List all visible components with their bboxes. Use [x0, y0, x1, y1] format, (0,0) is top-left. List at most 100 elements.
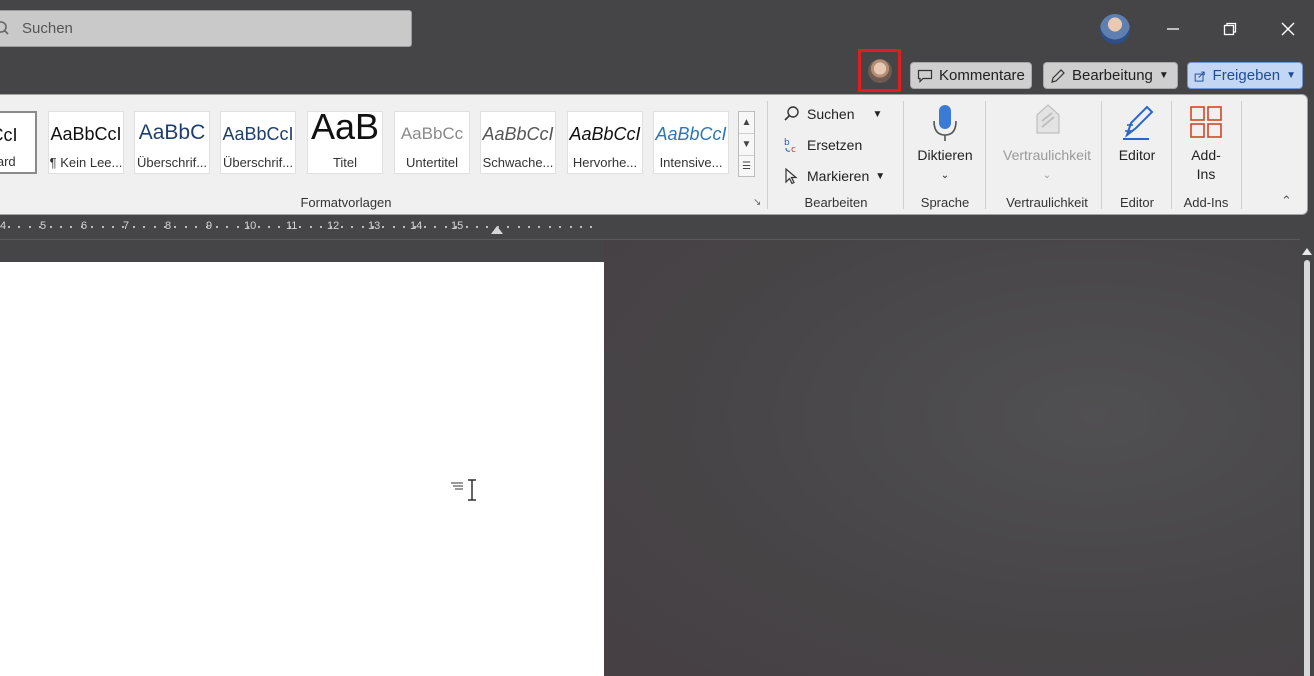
ruler-tick	[236, 226, 239, 228]
ruler-tick	[559, 226, 562, 228]
chevron-down-icon[interactable]: ▼	[875, 171, 885, 182]
document-background	[604, 240, 1304, 676]
ruler-tick	[548, 226, 551, 228]
ruler-tick	[174, 226, 177, 228]
group-label-editing: Bearbeiten	[804, 195, 868, 210]
separator	[767, 101, 768, 209]
collapse-ribbon-icon[interactable]: ⌃	[1281, 193, 1292, 209]
style-heading-1[interactable]: AaBbC Überschrif...	[134, 111, 210, 174]
style-name: Überschrif...	[136, 155, 208, 170]
style-name: Intensive...	[659, 155, 723, 170]
search-placeholder: Suchen	[22, 20, 73, 37]
styles-gallery-scroll[interactable]: ▲ ▼ ☰	[738, 111, 755, 177]
close-button[interactable]	[1273, 14, 1303, 44]
gallery-down-icon[interactable]: ▼	[739, 134, 754, 156]
collaboration-bar: Kommentare Bearbeitung ▼ Freigeben ▼	[0, 49, 1314, 94]
close-icon	[1281, 22, 1295, 36]
style-sample: AaBbCcI	[569, 124, 641, 144]
style-heading-2[interactable]: AaBbCcI Überschrif...	[220, 111, 296, 174]
ruler-tick	[195, 226, 198, 228]
gallery-more-icon[interactable]: ☰	[739, 156, 754, 178]
ruler-label: 11	[286, 220, 298, 232]
cursor-arrow-icon	[785, 167, 798, 185]
style-no-spacing[interactable]: AaBbCcI ¶ Kein Lee...	[48, 111, 124, 174]
ruler-tick	[60, 226, 62, 228]
ruler-label: 12	[327, 220, 340, 232]
style-sample: AaBbCcI	[482, 124, 554, 144]
group-label-addins: Add-Ins	[1183, 195, 1229, 210]
replace-button[interactable]: bc Ersetzen	[783, 136, 862, 154]
find-button[interactable]: Suchen ▼	[783, 105, 882, 123]
style-subtitle[interactable]: AaBbCc Untertitel	[394, 111, 470, 174]
style-sample: AaBbCc	[400, 124, 464, 143]
style-name: ¶ Kein Lee...	[49, 155, 123, 170]
coauthor-face	[867, 58, 892, 83]
ruler-tick	[247, 226, 250, 228]
search-icon	[784, 106, 799, 121]
style-subtle-emphasis[interactable]: AaBbCcI Schwache...	[480, 111, 556, 174]
ruler-tick	[278, 226, 281, 228]
style-title[interactable]: AaB Titel	[307, 111, 383, 174]
editor-pen-icon	[1123, 105, 1154, 140]
editing-mode-button[interactable]: Bearbeitung ▼	[1043, 62, 1178, 89]
document-page[interactable]	[0, 262, 604, 676]
sensitivity-label: Vertraulichkeit	[1003, 147, 1091, 163]
restore-button[interactable]	[1215, 14, 1245, 44]
style-name: Untertitel	[405, 155, 459, 170]
minimize-button[interactable]	[1158, 14, 1188, 44]
select-label: Markieren	[807, 168, 870, 184]
chevron-down-icon[interactable]: ▼	[872, 109, 882, 120]
search-box[interactable]: Suchen	[0, 10, 412, 47]
share-button[interactable]: Freigeben ▼	[1187, 62, 1303, 89]
comments-button[interactable]: Kommentare	[910, 62, 1032, 89]
ibeam-cursor-icon	[466, 478, 478, 502]
chevron-down-icon: ▼	[1286, 70, 1296, 81]
vertical-scrollbar[interactable]	[1300, 240, 1314, 676]
comment-icon	[917, 69, 933, 83]
ruler-tick	[70, 226, 73, 228]
editor-button[interactable]: Editor	[1109, 103, 1165, 165]
text-align-cursor-icon	[450, 480, 464, 494]
style-name: Überschrif...	[222, 155, 294, 170]
style-sample: AaBbCcI	[655, 124, 727, 144]
style-sample: AaBbC	[138, 121, 206, 144]
find-label: Suchen	[807, 106, 855, 122]
ruler-tick	[340, 226, 343, 228]
style-standard[interactable]: bCcI ndard	[0, 111, 37, 174]
ruler-tick	[39, 226, 42, 228]
sensitivity-button[interactable]: Vertraulichkeit ⌄	[995, 103, 1099, 181]
style-sample: AaBbCcI	[222, 124, 294, 144]
ruler-tick	[382, 226, 385, 228]
ruler-tick	[184, 226, 187, 228]
addins-label-line1: Add-	[1191, 147, 1221, 163]
scroll-up-icon[interactable]	[1302, 248, 1312, 255]
ruler-tick	[49, 226, 52, 228]
sensitivity-label-icon	[1036, 104, 1060, 134]
ruler-tick	[143, 226, 146, 228]
ruler-tick	[424, 226, 426, 228]
ruler-tick	[216, 226, 218, 228]
ruler-tick	[8, 226, 10, 228]
ruler-tick	[101, 226, 104, 228]
styles-dialog-launcher-icon[interactable]: ↘	[753, 197, 761, 208]
horizontal-ruler[interactable]: 4 5 6 7 8 9 10 11 12 13 14 15	[0, 218, 600, 236]
style-intense-emphasis[interactable]: AaBbCcI Intensive...	[653, 111, 729, 174]
addins-button[interactable]: Add- Ins	[1179, 103, 1233, 184]
ruler-tick	[392, 226, 395, 228]
scroll-thumb[interactable]	[1304, 260, 1310, 676]
dictate-button[interactable]: Diktieren ⌄	[913, 103, 977, 181]
style-emphasis[interactable]: AaBbCcI Hervorhe...	[567, 111, 643, 174]
gallery-up-icon[interactable]: ▲	[739, 112, 754, 134]
ruler-tick	[486, 226, 489, 228]
coauthor-avatar[interactable]	[858, 49, 901, 92]
replace-label: Ersetzen	[807, 137, 863, 153]
ruler-label: 13	[368, 220, 381, 232]
select-button[interactable]: Markieren ▼	[783, 167, 885, 185]
account-avatar[interactable]	[1100, 14, 1130, 44]
style-name: Schwache...	[482, 155, 554, 170]
ruler-tick	[590, 226, 593, 228]
ruler-label: 4	[0, 220, 7, 232]
ruler-tick	[205, 226, 208, 228]
comments-label: Kommentare	[939, 67, 1025, 84]
separator	[985, 101, 986, 209]
